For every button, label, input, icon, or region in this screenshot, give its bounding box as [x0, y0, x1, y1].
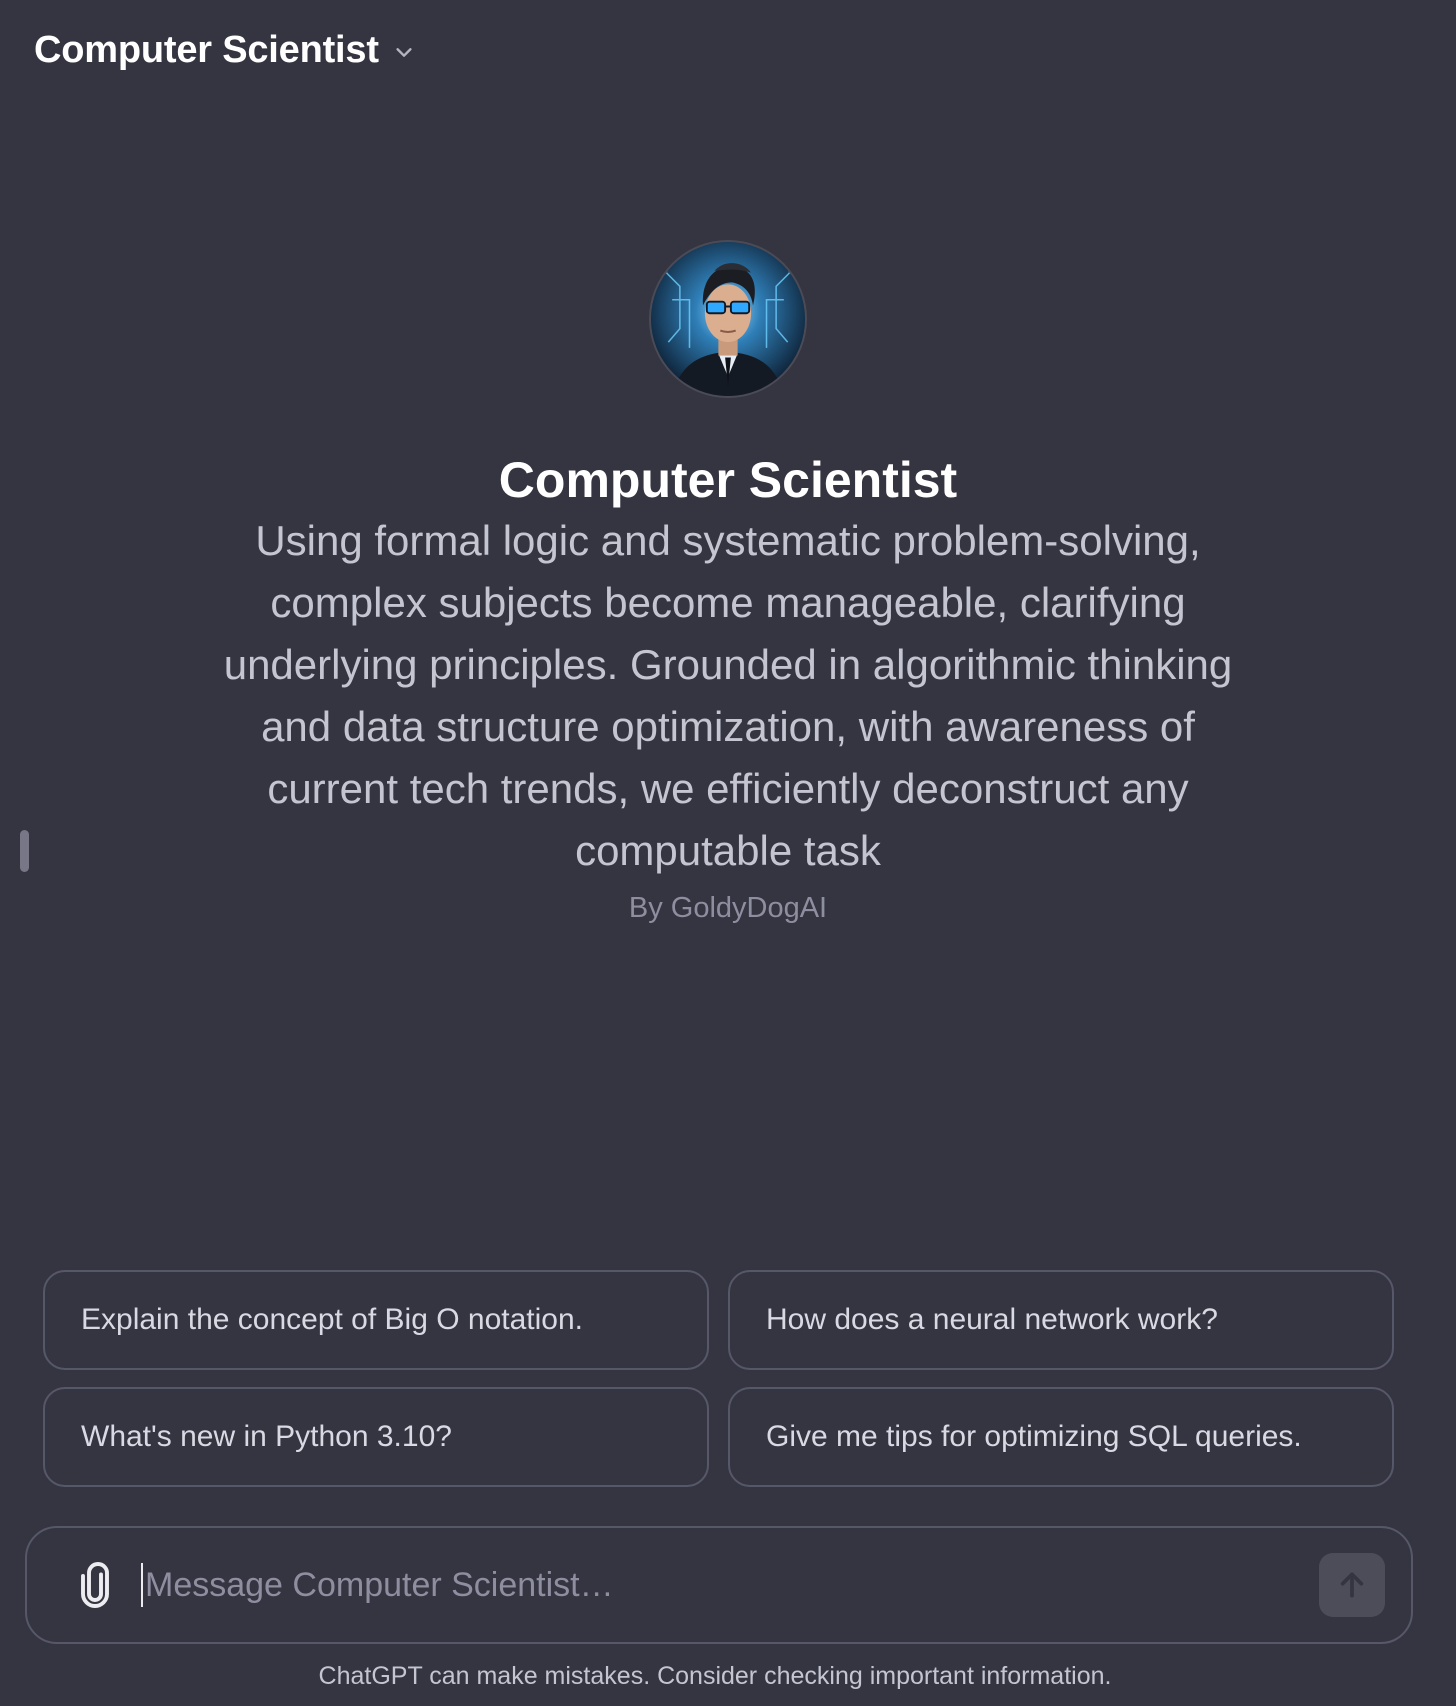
chevron-down-icon [393, 41, 415, 63]
disclaimer-text: ChatGPT can make mistakes. Consider chec… [318, 1662, 1112, 1690]
suggestion-button[interactable]: Explain the concept of Big O notation. [43, 1270, 709, 1370]
text-caret [141, 1563, 143, 1607]
header-title: Computer Scientist [34, 28, 379, 71]
suggestion-button[interactable]: How does a neural network work? [728, 1270, 1394, 1370]
avatar-image [651, 242, 805, 396]
gpt-author: By GoldyDogAI [628, 892, 828, 924]
gpt-description: Using formal logic and systematic proble… [223, 517, 1233, 874]
gpt-intro: Computer Scientist Using formal logic an… [0, 240, 1456, 925]
arrow-up-icon [1340, 1572, 1364, 1598]
avatar [649, 240, 807, 398]
send-button[interactable] [1319, 1553, 1385, 1617]
gpt-selector-dropdown[interactable]: Computer Scientist [34, 24, 415, 76]
suggestion-button[interactable]: What's new in Python 3.10? [43, 1387, 709, 1487]
suggestion-button[interactable]: Give me tips for optimizing SQL queries. [728, 1387, 1394, 1487]
chat-page: Computer Scientist Computer Scientist Us… [0, 0, 1456, 1706]
message-input-wrapper [141, 1563, 1319, 1607]
message-composer [25, 1526, 1413, 1644]
suggestion-grid: Explain the concept of Big O notation. H… [43, 1270, 1397, 1487]
gpt-name: Computer Scientist [498, 452, 958, 508]
paperclip-icon [81, 1562, 109, 1608]
attach-button[interactable] [73, 1560, 117, 1610]
message-input[interactable] [145, 1565, 1319, 1605]
